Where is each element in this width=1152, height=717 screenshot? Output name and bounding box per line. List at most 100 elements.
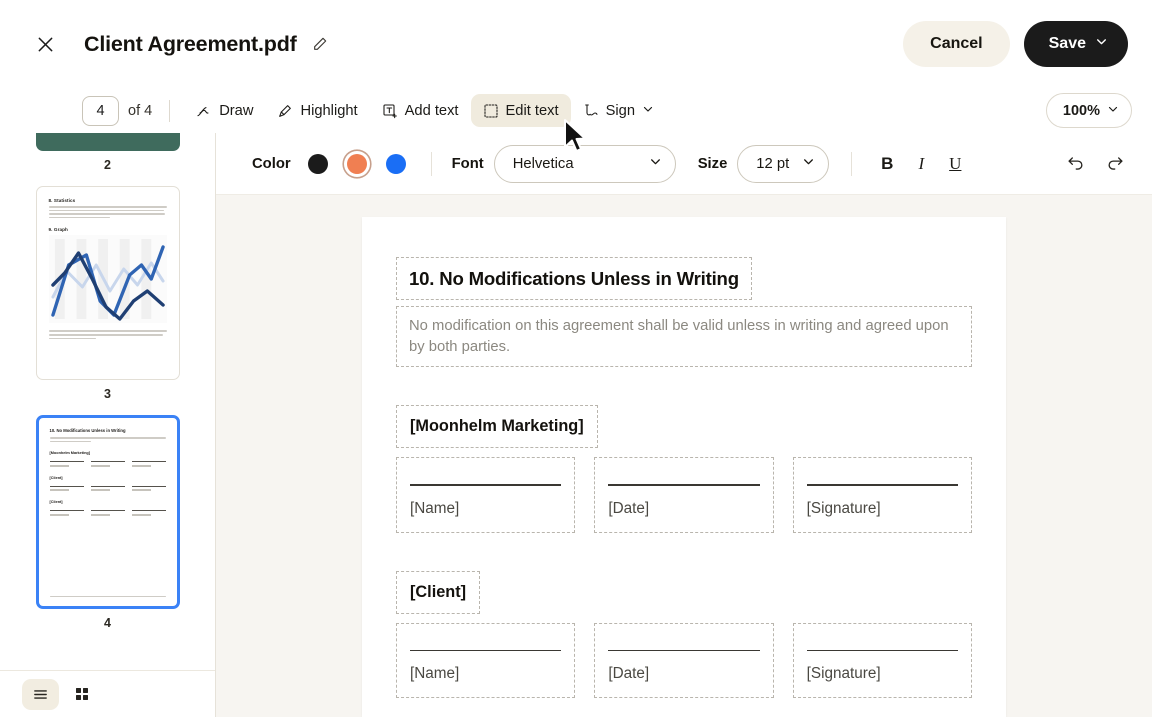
tool-edit-text[interactable]: Edit text xyxy=(470,94,571,127)
tool-draw[interactable]: Draw xyxy=(184,94,265,127)
zoom-level-button[interactable]: 100% xyxy=(1045,93,1132,128)
chevron-down-icon xyxy=(1107,103,1119,119)
thumb-heading-statistics: 8. Statistics xyxy=(48,198,76,203)
thumbnail-page-2-preview[interactable] xyxy=(35,133,180,151)
heading-text-field[interactable]: 10. No Modifications Unless in Writing xyxy=(396,257,752,301)
signature-fields-row: [Name] [Date] [Signature] xyxy=(396,457,972,533)
thumb4-footer xyxy=(49,595,166,599)
signature-field-date[interactable]: [Date] xyxy=(594,622,774,699)
signature-block: [Client] [Name] [Date] [Signature] xyxy=(396,570,972,699)
thumbnail-list[interactable]: 2 8. Statistics 9. Graph 3 10. No Modifi… xyxy=(0,133,215,670)
thumbnail-item-selected[interactable]: 10. No Modifications Unless in Writing [… xyxy=(0,415,215,644)
tool-add-text[interactable]: Add text xyxy=(370,94,471,127)
signature-field-name[interactable]: [Name] xyxy=(396,457,576,533)
format-divider xyxy=(851,151,853,176)
paragraph-text-field[interactable]: No modification on this agreement shall … xyxy=(396,306,972,368)
tool-sign-label: Sign xyxy=(605,102,635,119)
chevron-down-icon xyxy=(649,155,662,172)
save-button[interactable]: Save xyxy=(1023,21,1128,67)
undo-icon[interactable] xyxy=(1060,149,1090,179)
signature-field-date[interactable]: [Date] xyxy=(594,457,774,533)
thumb-caption xyxy=(48,330,167,340)
edit-text-icon xyxy=(483,103,499,119)
signature-fields-row: [Name] [Date] [Signature] xyxy=(396,622,972,699)
party-name-field[interactable]: [Client] xyxy=(396,570,481,614)
thumbnail-page-3-preview[interactable]: 8. Statistics 9. Graph xyxy=(35,186,180,380)
color-swatch-blue[interactable] xyxy=(383,151,409,177)
signature-field-signature[interactable]: [Signature] xyxy=(792,622,972,699)
size-label: Size xyxy=(697,155,728,172)
zoom-level-label: 100% xyxy=(1062,102,1100,119)
underline-button[interactable]: U xyxy=(938,148,972,180)
pdf-page[interactable]: 10. No Modifications Unless in Writing N… xyxy=(362,217,1006,717)
thumbnail-page-4-content: 10. No Modifications Unless in Writing [… xyxy=(39,418,177,535)
tool-highlight-label: Highlight xyxy=(300,102,358,119)
signature-line xyxy=(608,649,760,652)
tool-draw-label: Draw xyxy=(219,102,254,119)
thumb4-party-1: [Moonhelm Marketing] xyxy=(49,451,91,456)
color-swatch-black[interactable] xyxy=(305,151,331,177)
thumb4-sig-row xyxy=(49,485,166,492)
thumbnail-sidebar: 2 8. Statistics 9. Graph 3 10. No Modifi… xyxy=(0,133,216,717)
size-select[interactable]: 12 pt xyxy=(737,144,830,183)
app-header: Client Agreement.pdf Cancel Save xyxy=(0,0,1152,88)
signature-field-label: [Date] xyxy=(608,499,650,517)
color-dot-blue xyxy=(385,153,406,174)
thumbnail-item[interactable]: 8. Statistics 9. Graph 3 xyxy=(0,186,215,415)
thumbnail-item[interactable]: 2 xyxy=(0,133,215,186)
pencil-icon[interactable] xyxy=(309,33,331,55)
signature-field-label: [Signature] xyxy=(806,665,881,683)
thumb-paragraph xyxy=(48,206,167,219)
main-toolbar: of 4 Draw Highlight xyxy=(0,88,1152,133)
redo-icon[interactable] xyxy=(1100,149,1130,179)
font-select[interactable]: Helvetica xyxy=(493,144,676,183)
editor-main: Color Font Helvetica Size 12 pt B I U 10… xyxy=(216,133,1152,717)
format-divider xyxy=(430,151,432,176)
thumb4-party-2: [Client] xyxy=(49,475,63,480)
signature-field-label: [Date] xyxy=(608,665,650,683)
thumbnail-number: 2 xyxy=(104,158,111,172)
add-text-icon xyxy=(382,103,398,119)
thumbnail-number: 3 xyxy=(104,387,111,401)
thumbnail-page-4-preview[interactable]: 10. No Modifications Unless in Writing [… xyxy=(35,415,180,609)
cancel-button[interactable]: Cancel xyxy=(903,21,1010,67)
tool-highlight[interactable]: Highlight xyxy=(265,94,369,127)
signature-line xyxy=(806,649,958,652)
thumb4-party-3: [Client] xyxy=(49,500,63,505)
page-title: Client Agreement.pdf xyxy=(84,31,297,56)
highlighter-icon xyxy=(277,103,293,119)
color-swatch-orange[interactable] xyxy=(344,151,370,177)
italic-button[interactable]: I xyxy=(904,148,938,180)
signature-line xyxy=(608,484,760,486)
font-label: Font xyxy=(451,155,484,172)
tool-sign[interactable]: Sign xyxy=(571,94,666,127)
format-bar-right xyxy=(1060,149,1130,179)
signature-block: [Moonhelm Marketing] [Name] [Date] [Sign… xyxy=(396,405,972,533)
document-canvas[interactable]: 10. No Modifications Unless in Writing N… xyxy=(216,195,1152,717)
heading-field-wrap: 10. No Modifications Unless in Writing xyxy=(396,257,972,301)
thumb-heading-graph: 9. Graph xyxy=(48,227,68,233)
sidebar-footer xyxy=(0,670,215,717)
signature-line xyxy=(410,484,562,486)
tool-edit-text-label: Edit text xyxy=(505,102,559,119)
thumb4-paragraph xyxy=(49,437,166,443)
signature-field-signature[interactable]: [Signature] xyxy=(792,457,972,533)
chevron-down-icon xyxy=(802,155,815,172)
signature-icon xyxy=(583,103,599,119)
bold-button[interactable]: B xyxy=(870,148,904,180)
color-swatches xyxy=(305,151,409,177)
size-select-value: 12 pt xyxy=(756,155,790,172)
draw-icon xyxy=(196,103,212,119)
party-name-field[interactable]: [Moonhelm Marketing] xyxy=(396,405,598,449)
font-select-value: Helvetica xyxy=(512,155,574,172)
thumb4-sig-row xyxy=(49,510,166,516)
signature-field-name[interactable]: [Name] xyxy=(396,622,576,699)
chevron-down-icon xyxy=(1095,35,1108,53)
list-view-icon[interactable] xyxy=(22,678,59,710)
grid-view-icon[interactable] xyxy=(63,679,100,710)
pdf-editor-app: Client Agreement.pdf Cancel Save of 4 Dr xyxy=(0,0,1152,717)
body-row: 2 8. Statistics 9. Graph 3 10. No Modifi… xyxy=(0,133,1152,717)
close-icon[interactable] xyxy=(28,27,62,61)
page-number-input[interactable] xyxy=(82,95,119,126)
color-dot-orange xyxy=(346,153,367,174)
